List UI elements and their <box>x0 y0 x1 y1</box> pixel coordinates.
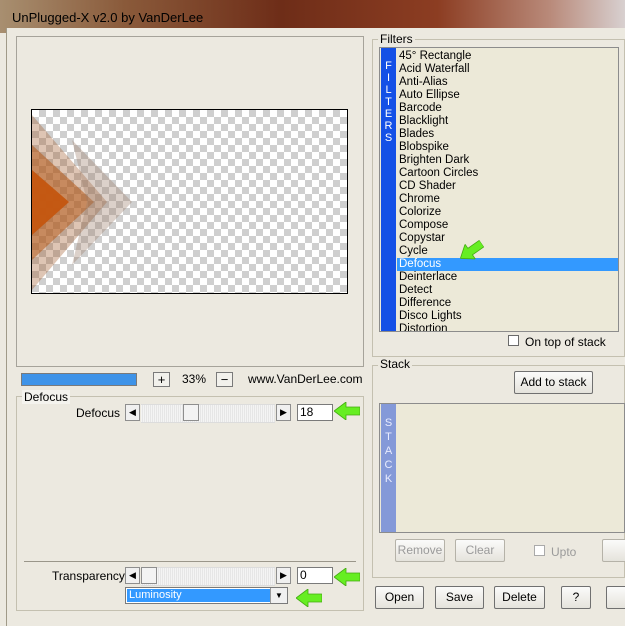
preview-canvas[interactable] <box>31 109 348 294</box>
open-button[interactable]: Open <box>375 586 424 609</box>
arrow-left-icon[interactable]: ◀ <box>125 404 140 421</box>
filter-list-item[interactable]: Difference <box>399 297 451 310</box>
filter-list[interactable]: FILTERS 45° Rectangle Acid Waterfall Anti-… <box>379 47 619 332</box>
filter-list-item[interactable]: Disco Lights <box>399 310 462 323</box>
stack-band-letter: A <box>384 445 393 457</box>
slider-thumb[interactable] <box>183 404 199 421</box>
footer-extra-button[interactable] <box>606 586 625 609</box>
parameters-group-title: Defocus <box>22 390 71 404</box>
filters-band-letter: F <box>385 60 392 72</box>
zoom-level: 33% <box>182 372 207 386</box>
filter-list-item[interactable]: Blades <box>399 128 434 141</box>
blend-mode-value: Luminosity <box>127 589 271 602</box>
stack-band: STACK <box>381 404 396 532</box>
filter-list-item[interactable]: Cycle <box>399 245 428 258</box>
arrow-right-icon[interactable]: ▶ <box>276 567 291 584</box>
chevron-down-icon[interactable]: ▼ <box>270 588 287 603</box>
filter-list-item[interactable]: Defocus <box>397 258 618 271</box>
filter-list-item[interactable]: Colorize <box>399 206 441 219</box>
stack-extra-button[interactable] <box>602 539 625 562</box>
filter-list-item[interactable]: Auto Ellipse <box>399 89 460 102</box>
stack-band-letter: K <box>384 473 393 485</box>
preview-image <box>32 115 132 290</box>
progress-bar <box>21 373 137 386</box>
help-button[interactable]: ? <box>561 586 591 609</box>
defocus-value-field[interactable]: 18 <box>297 404 333 421</box>
transparency-label: Transparency <box>52 569 125 583</box>
filter-list-item[interactable]: Copystar <box>399 232 445 245</box>
stack-band-letter: C <box>384 459 393 471</box>
filters-band-letter: R <box>384 120 393 132</box>
transparency-slider[interactable]: ◀ ▶ <box>125 567 291 586</box>
stack-group-title: Stack <box>378 357 413 371</box>
divider <box>24 561 356 562</box>
filters-band-letter: S <box>384 132 393 144</box>
filters-band-letter: I <box>386 72 391 84</box>
arrow-right-icon[interactable]: ▶ <box>276 404 291 421</box>
on-top-label: On top of stack <box>525 335 606 349</box>
filter-list-item[interactable]: 45° Rectangle <box>399 50 471 63</box>
pointer-arrow-icon <box>296 589 322 607</box>
pointer-arrow-icon <box>334 402 360 420</box>
remove-button[interactable]: Remove <box>395 539 445 562</box>
filters-band: FILTERS <box>381 48 396 331</box>
filter-list-item[interactable]: Chrome <box>399 193 440 206</box>
defocus-slider[interactable]: ◀ ▶ <box>125 404 291 423</box>
add-to-stack-button[interactable]: Add to stack <box>514 371 593 394</box>
stack-band-letter: S <box>384 417 393 429</box>
defocus-label: Defocus <box>76 406 121 420</box>
filter-list-item[interactable]: Detect <box>399 284 432 297</box>
clear-button[interactable]: Clear <box>455 539 505 562</box>
upto-label: Upto <box>551 545 577 559</box>
arrow-left-icon[interactable]: ◀ <box>125 567 140 584</box>
upto-checkbox[interactable] <box>534 545 545 556</box>
zoom-in-button[interactable]: + <box>153 372 170 387</box>
filter-list-item[interactable]: Barcode <box>399 102 442 115</box>
pointer-arrow-icon <box>334 568 360 586</box>
stack-band-letter: T <box>385 431 392 443</box>
filters-band-letter: E <box>384 108 393 120</box>
delete-button[interactable]: Delete <box>494 586 545 609</box>
filter-list-item[interactable]: Compose <box>399 219 448 232</box>
filter-list-item[interactable]: Deinterlace <box>399 271 457 284</box>
filter-list-item[interactable]: Distortion <box>399 323 448 331</box>
filter-list-item[interactable]: Brighten Dark <box>399 154 469 167</box>
filter-list-item[interactable]: Cartoon Circles <box>399 167 478 180</box>
filter-list-item[interactable]: CD Shader <box>399 180 456 193</box>
window-title: UnPlugged-X v2.0 by VanDerLee <box>12 10 204 25</box>
slider-track[interactable] <box>141 567 275 586</box>
filter-list-item[interactable]: Blacklight <box>399 115 448 128</box>
slider-track[interactable] <box>141 404 275 423</box>
filters-group-title: Filters <box>378 32 415 46</box>
zoom-out-button[interactable]: − <box>216 372 233 387</box>
blend-mode-select[interactable]: Luminosity ▼ <box>125 587 288 604</box>
stack-list[interactable]: STACK <box>379 403 625 533</box>
filter-list-item[interactable]: Blobspike <box>399 141 449 154</box>
save-button[interactable]: Save <box>435 586 484 609</box>
website-link[interactable]: www.VanDerLee.com <box>248 372 363 386</box>
filters-band-letter: L <box>385 84 392 96</box>
filter-list-item[interactable]: Acid Waterfall <box>399 63 470 76</box>
slider-thumb[interactable] <box>141 567 157 584</box>
filter-list-item[interactable]: Anti-Alias <box>399 76 448 89</box>
on-top-checkbox[interactable] <box>508 335 519 346</box>
transparency-value-field[interactable]: 0 <box>297 567 333 584</box>
filters-band-letter: T <box>385 96 392 108</box>
